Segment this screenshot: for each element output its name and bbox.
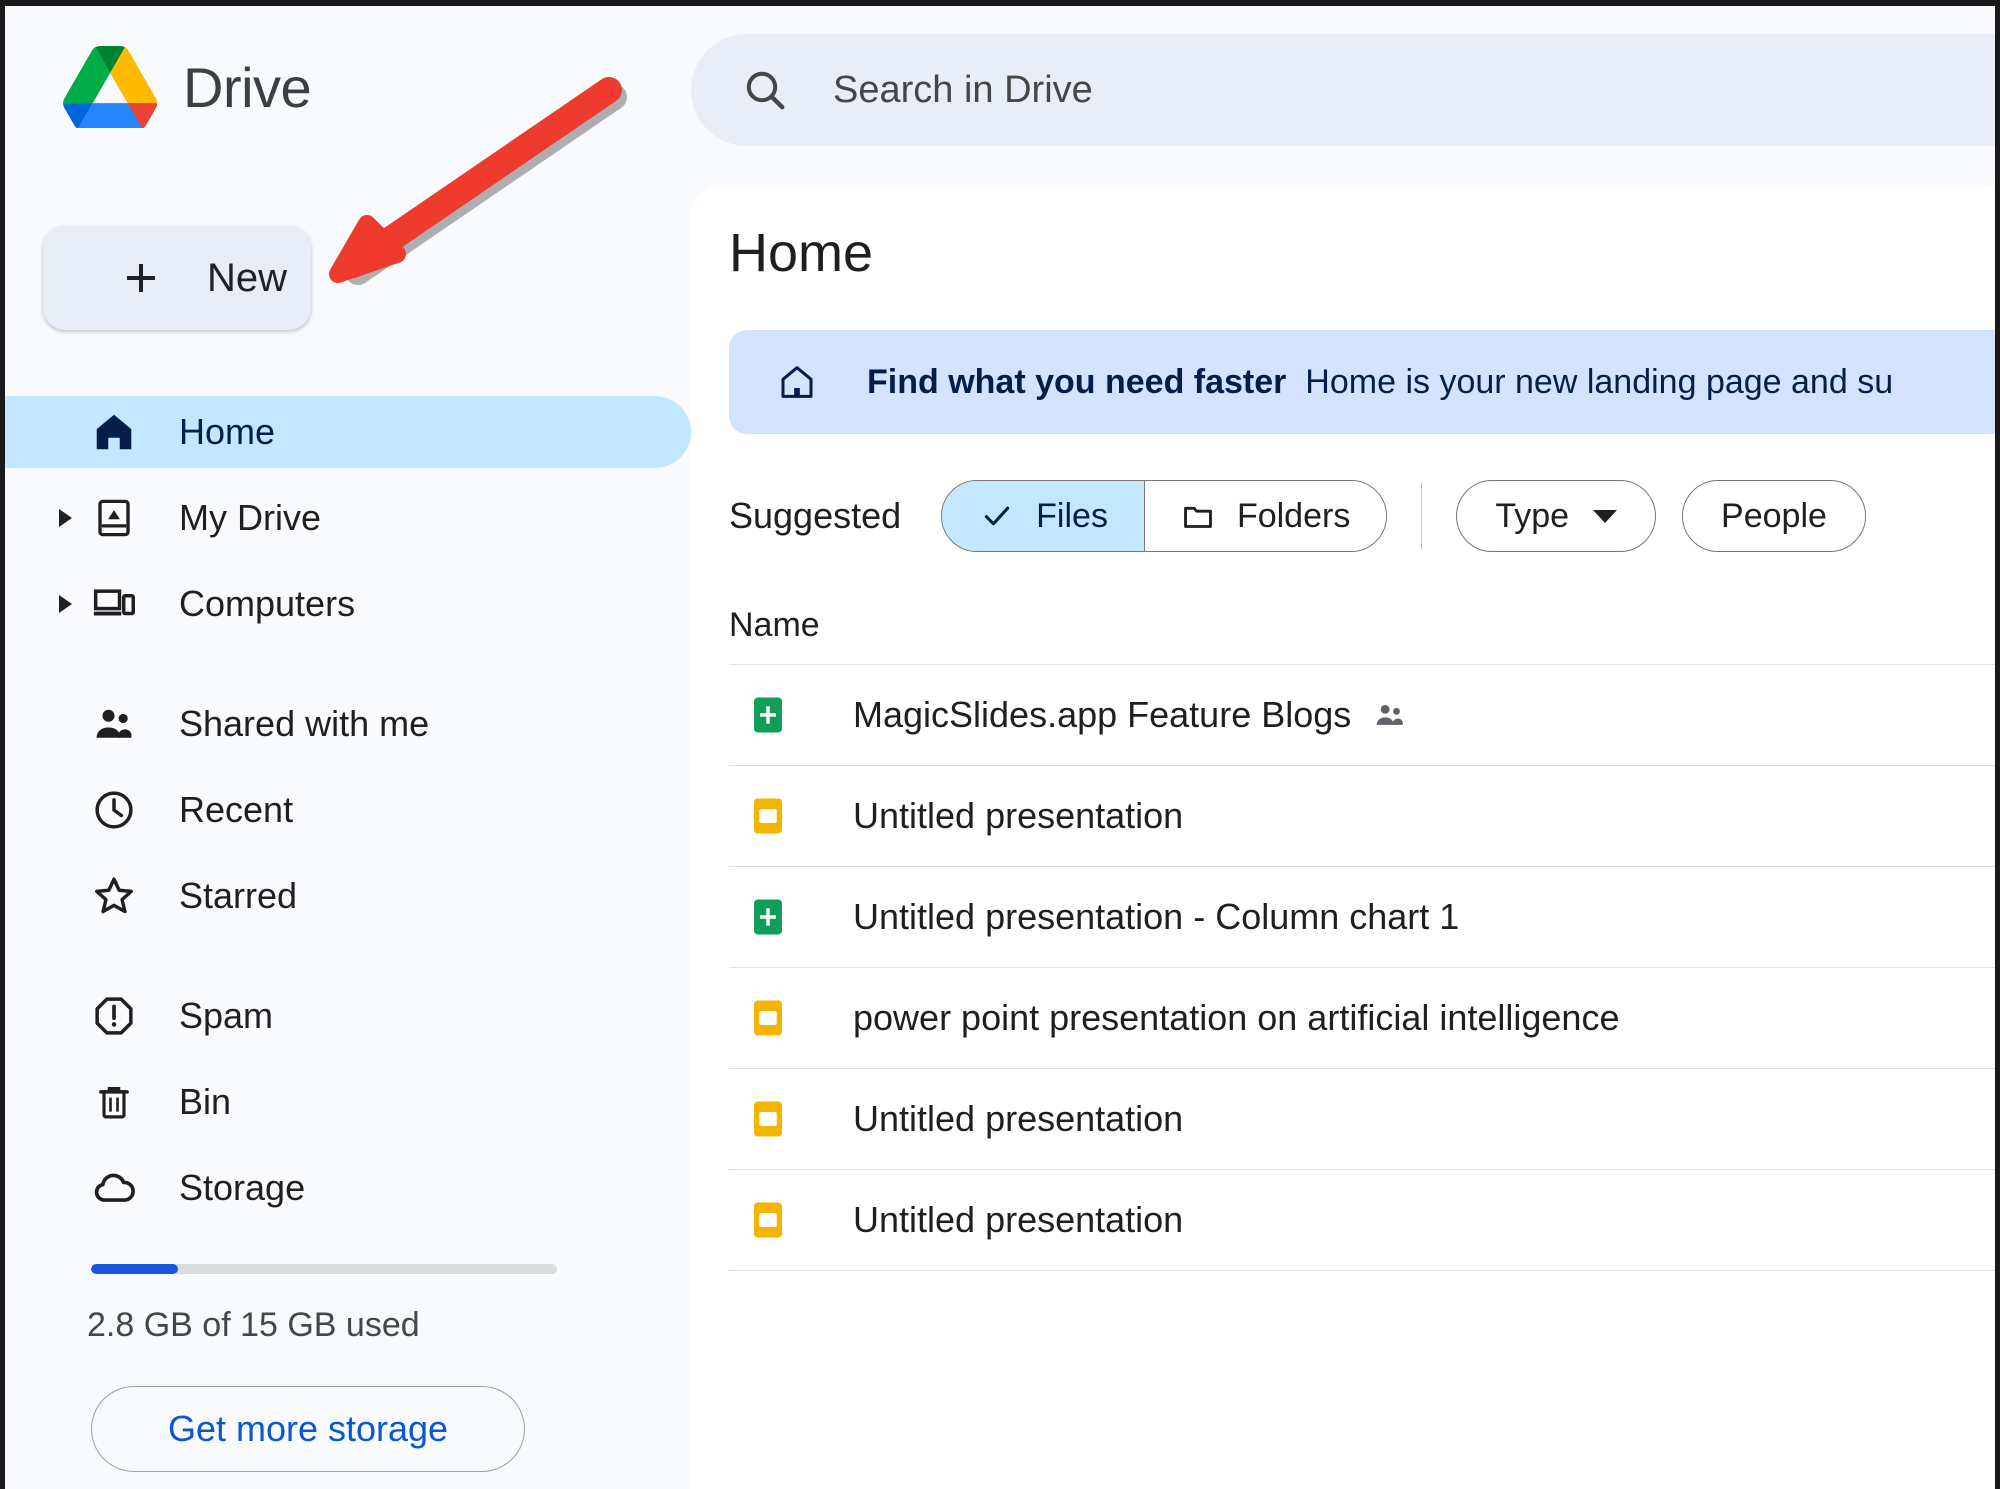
- my-drive-icon: [91, 495, 137, 541]
- sidebar-item-label: Computers: [179, 583, 356, 624]
- plus-icon: [127, 264, 155, 292]
- file-name: Untitled presentation: [853, 1098, 1184, 1139]
- trash-icon: [91, 1079, 137, 1125]
- home-info-banner[interactable]: Find what you need faster Home is your n…: [729, 330, 1995, 434]
- google-sheets-icon: [747, 694, 789, 736]
- file-name: Untitled presentation - Column chart 1: [853, 896, 1460, 937]
- people-filter-label: People: [1721, 496, 1827, 535]
- sidebar-item-label: Shared with me: [179, 703, 430, 744]
- google-slides-icon: [747, 1098, 789, 1140]
- nav-separator: [5, 946, 691, 980]
- star-icon: [91, 873, 137, 919]
- sidebar-item-recent[interactable]: Recent: [5, 774, 691, 846]
- sidebar-item-my-drive[interactable]: My Drive: [5, 482, 691, 554]
- tab-files[interactable]: Files: [942, 481, 1144, 551]
- file-name: power point presentation on artificial i…: [853, 997, 1620, 1038]
- sidebar-item-label: Home: [179, 411, 276, 452]
- table-row[interactable]: Untitled presentation - Column chart 1: [729, 867, 1995, 968]
- table-row[interactable]: power point presentation on artificial i…: [729, 968, 1995, 1069]
- sidebar-item-label: Storage: [179, 1167, 306, 1208]
- shared-people-icon: [1373, 698, 1407, 732]
- sidebar-item-label: Recent: [179, 789, 294, 830]
- file-name: Untitled presentation: [853, 795, 1184, 836]
- google-sheets-icon: [747, 896, 789, 938]
- table-row[interactable]: Untitled presentation: [729, 1069, 1995, 1170]
- drive-brand[interactable]: Drive: [63, 46, 312, 128]
- sidebar-item-bin[interactable]: Bin: [5, 1066, 691, 1138]
- cloud-icon: [91, 1165, 137, 1211]
- brand-name: Drive: [183, 55, 312, 119]
- table-row[interactable]: MagicSlides.app Feature Blogs: [729, 664, 1995, 766]
- search-icon: [746, 71, 785, 110]
- home-panel: Home Find what you need faster Home is y…: [691, 186, 1995, 1489]
- search-input[interactable]: Search in Drive: [833, 69, 1093, 112]
- column-header-name: Name: [729, 606, 820, 644]
- people-icon: [91, 701, 137, 747]
- sidebar-item-label: Spam: [179, 995, 274, 1036]
- computers-icon: [91, 581, 137, 627]
- storage-usage-text: 2.8 GB of 15 GB used: [87, 1306, 420, 1344]
- drive-window: Drive New Home My Drive Computers Shared…: [0, 0, 2000, 1489]
- type-filter-label: Type: [1495, 496, 1570, 535]
- file-name: Untitled presentation: [853, 1199, 1184, 1240]
- home-icon: [781, 366, 813, 398]
- new-button-label: New: [207, 255, 288, 300]
- filter-bar: Suggested Files Folders Type People: [729, 480, 1892, 552]
- clock-icon: [91, 787, 137, 833]
- sidebar: Drive New Home My Drive Computers Shared…: [5, 6, 691, 1489]
- google-slides-icon: [747, 795, 789, 837]
- storage-progress-bar: [91, 1264, 557, 1274]
- chevron-down-icon: [1593, 509, 1618, 523]
- expand-caret-icon[interactable]: [59, 595, 72, 613]
- suggested-label: Suggested: [729, 495, 902, 536]
- storage-progress-fill: [91, 1264, 179, 1274]
- table-row[interactable]: Untitled presentation: [729, 1170, 1995, 1271]
- banner-body: Home is your new landing page and su: [1305, 362, 1894, 401]
- sidebar-item-label: My Drive: [179, 497, 321, 538]
- banner-text: Find what you need faster Home is your n…: [867, 363, 1893, 402]
- sidebar-item-starred[interactable]: Starred: [5, 860, 691, 932]
- people-filter-chip[interactable]: People: [1682, 480, 1866, 552]
- spam-icon: [91, 993, 137, 1039]
- main-content: Search in Drive Home Find what you need …: [691, 6, 1995, 1489]
- banner-headline: Find what you need faster: [867, 362, 1287, 401]
- expand-caret-icon[interactable]: [59, 509, 72, 527]
- tab-files-label: Files: [1036, 496, 1108, 535]
- folder-icon: [1184, 506, 1212, 528]
- sidebar-item-spam[interactable]: Spam: [5, 980, 691, 1052]
- check-icon: [984, 506, 1010, 526]
- new-button[interactable]: New: [43, 226, 311, 330]
- type-filter-chip[interactable]: Type: [1456, 480, 1657, 552]
- sidebar-item-storage[interactable]: Storage: [5, 1152, 691, 1224]
- get-more-storage-button[interactable]: Get more storage: [91, 1386, 525, 1472]
- file-name: MagicSlides.app Feature Blogs: [853, 694, 1352, 735]
- sidebar-item-computers[interactable]: Computers: [5, 568, 691, 640]
- tab-folders-label: Folders: [1236, 496, 1351, 535]
- filter-divider: [1421, 483, 1423, 549]
- sidebar-item-home[interactable]: Home: [5, 396, 691, 468]
- files-folders-toggle: Files Folders: [941, 480, 1388, 552]
- sidebar-nav: Home My Drive Computers Shared with me R…: [5, 396, 691, 1238]
- file-list: MagicSlides.app Feature Blogs Untitled pr…: [729, 664, 1995, 1271]
- google-slides-icon: [747, 1199, 789, 1241]
- nav-separator: [5, 654, 691, 688]
- sidebar-item-label: Bin: [179, 1081, 232, 1122]
- table-row[interactable]: Untitled presentation: [729, 766, 1995, 867]
- home-icon: [91, 409, 137, 455]
- tab-folders[interactable]: Folders: [1143, 481, 1387, 551]
- google-slides-icon: [747, 997, 789, 1039]
- page-title: Home: [729, 223, 874, 283]
- sidebar-item-label: Starred: [179, 875, 298, 916]
- google-drive-logo-icon: [63, 46, 157, 128]
- search-bar[interactable]: Search in Drive: [691, 34, 1995, 146]
- sidebar-item-shared-with-me[interactable]: Shared with me: [5, 688, 691, 760]
